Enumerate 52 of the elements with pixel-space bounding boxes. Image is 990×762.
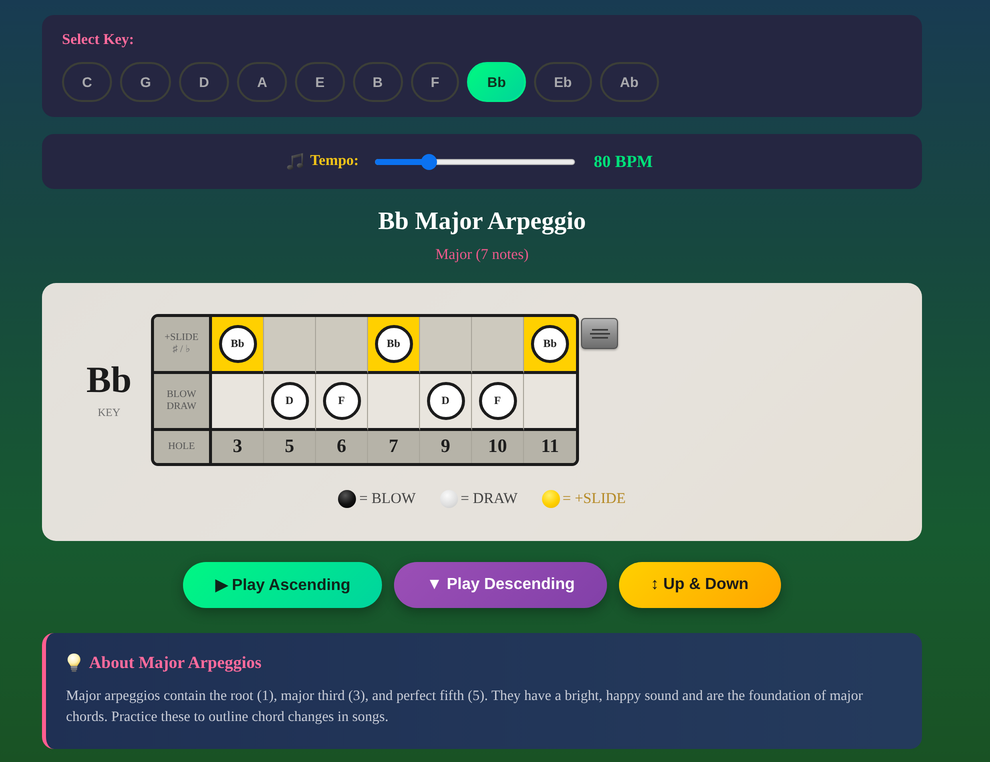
- slider-thumb[interactable]: [420, 154, 437, 170]
- row-label: +SLIDE: [164, 332, 200, 344]
- hole-number: 10: [472, 431, 524, 463]
- note-marker: Bb: [531, 325, 569, 363]
- key-button[interactable]: B: [352, 62, 403, 102]
- key-button[interactable]: F: [410, 62, 460, 102]
- key-button[interactable]: D: [179, 62, 230, 102]
- hole-number: 9: [420, 431, 472, 463]
- key-name: Bb: [86, 360, 132, 400]
- legend-label: = +SLIDE: [562, 490, 626, 508]
- note-marker: Bb: [218, 325, 256, 363]
- legend-ball-icon: [338, 490, 356, 508]
- note-marker: F: [478, 382, 516, 420]
- slide-button[interactable]: [581, 318, 618, 349]
- key-button[interactable]: Eb: [534, 62, 592, 102]
- key-caption: KEY: [98, 406, 120, 420]
- note-marker: F: [322, 382, 360, 420]
- legend-label: = BLOW: [359, 490, 416, 508]
- tempo-reading: 80 BPM: [594, 152, 653, 172]
- scale-subtitle: Major (7 notes): [434, 246, 530, 265]
- legend-label: = DRAW: [460, 490, 518, 508]
- hole-number: 5: [264, 431, 316, 463]
- scale-title: Bb Major Arpeggio: [377, 207, 587, 237]
- three-lines-icon: [590, 328, 610, 338]
- key-button[interactable]: A: [237, 62, 288, 102]
- hole-number: 6: [316, 431, 368, 463]
- key-button[interactable]: Ab: [600, 62, 659, 102]
- note-marker: D: [270, 382, 308, 420]
- accidental-label: ♯ / ♭: [172, 344, 190, 356]
- legend-ball-icon: [440, 490, 458, 508]
- select-key-label: Select Key:: [62, 31, 136, 50]
- key-button[interactable]: C: [62, 62, 112, 102]
- key-button[interactable]: G: [120, 62, 172, 102]
- play-button[interactable]: ↕ Up & Down: [618, 562, 781, 608]
- key-button[interactable]: Bb: [467, 62, 526, 102]
- info-text: Major arpeggios contain the root (1), major third (3), and perfect fifth (5). They have a bright, happy sound and are the foundation of major chords. Practice these to outline chord changes in songs.: [66, 687, 864, 727]
- legend-ball-icon: [542, 490, 560, 508]
- hole-number: 11: [524, 431, 576, 463]
- tempo-label: Tempo:: [310, 153, 359, 170]
- hole-number: 3: [212, 431, 264, 463]
- row-label: HOLE: [167, 441, 196, 453]
- light-bulb-icon: [67, 653, 81, 673]
- row-label: BLOW DRAW: [166, 389, 198, 413]
- info-title: About Major Arpeggios: [89, 653, 262, 673]
- play-button[interactable]: ▼ Play Descending: [394, 562, 607, 608]
- hole-number: 7: [368, 431, 420, 463]
- tempo-slider[interactable]: [374, 154, 575, 170]
- play-button[interactable]: ▶ Play Ascending: [183, 562, 382, 608]
- note-marker: D: [426, 382, 464, 420]
- key-button[interactable]: E: [295, 62, 345, 102]
- music-note-icon: [287, 152, 304, 171]
- note-marker: Bb: [374, 325, 412, 363]
